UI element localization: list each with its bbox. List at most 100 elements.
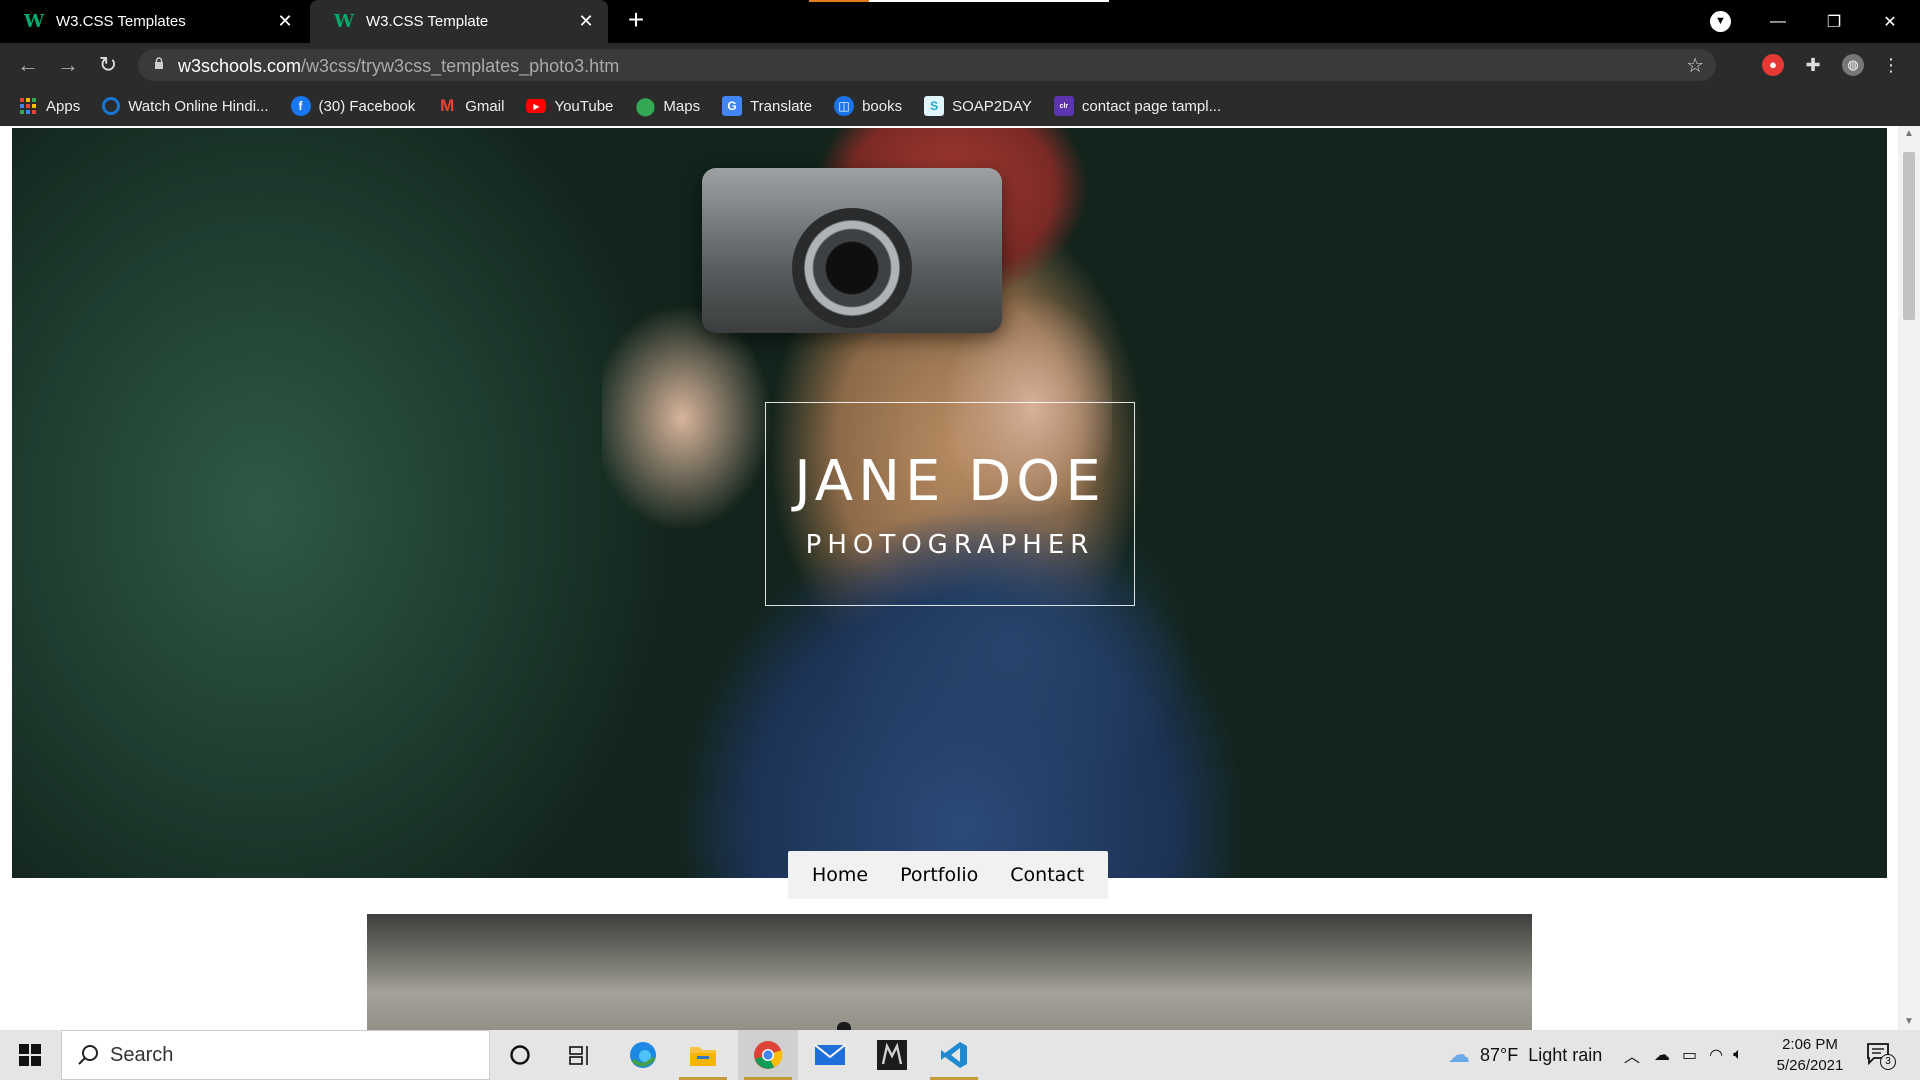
bookmark-contact-page-template[interactable]: clr contact page tampl... [1053, 96, 1222, 116]
photo-figure-shape [837, 1022, 851, 1030]
taskbar-clock[interactable]: 2:06 PM 5/26/2021 [1770, 1034, 1850, 1076]
w3schools-favicon-icon: W [24, 10, 45, 32]
translate-icon: G [722, 96, 743, 116]
bookmark-label: SOAP2DAY [952, 97, 1032, 115]
bookmark-soap2day[interactable]: S SOAP2DAY [924, 96, 1032, 116]
books-icon: ◫ [834, 96, 855, 116]
scrollbar-thumb[interactable] [1903, 152, 1915, 320]
close-tab-icon[interactable]: ✕ [275, 11, 295, 32]
hero-title-box: JANE DOE PHOTOGRAPHER [765, 402, 1135, 606]
address-bar[interactable]: w3schools.com/w3css/tryw3css_templates_p… [138, 49, 1716, 81]
close-tab-icon[interactable]: ✕ [576, 11, 596, 32]
gmail-icon: M [440, 96, 455, 115]
weather-widget[interactable]: ☁ 87°F Light rain [1448, 1030, 1602, 1080]
profile-avatar[interactable]: ◍ [1842, 54, 1864, 76]
hero-camera-shape [702, 168, 1002, 333]
circle-icon [102, 97, 121, 115]
cortana-circle-icon [510, 1045, 530, 1065]
taskbar-vscode[interactable] [924, 1030, 984, 1080]
url-path: /w3css/tryw3css_templates_photo3.htm [301, 56, 620, 76]
bookmark-star-icon[interactable]: ☆ [1686, 53, 1704, 78]
bookmark-label: Apps [46, 97, 81, 115]
youtube-icon: ▶ [526, 99, 547, 113]
folder-icon [690, 1047, 716, 1066]
bookmark-watch-online-hindi[interactable]: Watch Online Hindi... [102, 97, 269, 115]
maps-pin-icon: ⬤ [635, 95, 656, 116]
bookmark-label: Maps [663, 97, 701, 115]
extensions-puzzle-icon[interactable]: ✚ [1802, 54, 1824, 76]
task-view-icon [569, 1046, 588, 1065]
search-placeholder: Search [110, 1043, 174, 1066]
soap2day-icon: S [924, 96, 945, 116]
scroll-up-arrow-icon[interactable]: ▲ [1898, 126, 1920, 142]
nav-home-link[interactable]: Home [800, 864, 880, 886]
w3schools-favicon-icon: W [334, 10, 355, 32]
clock-date: 5/26/2021 [1776, 1057, 1844, 1074]
cortana-button[interactable] [490, 1030, 550, 1080]
bookmark-label: contact page tampl... [1081, 97, 1222, 115]
page-viewport: JANE DOE PHOTOGRAPHER Home Portfolio Con… [0, 126, 1920, 1030]
bookmark-apps[interactable]: Apps [18, 96, 80, 116]
onedrive-cloud-icon[interactable]: ☁ [1654, 1045, 1670, 1065]
hero-name: JANE DOE [794, 449, 1106, 514]
mail-icon [814, 1044, 846, 1065]
taskbar-file-explorer[interactable] [673, 1030, 733, 1080]
taskbar-mail[interactable] [800, 1030, 860, 1080]
windows-start-button[interactable] [0, 1030, 60, 1080]
colorlib-icon: clr [1053, 96, 1074, 116]
taskbar-predator-app[interactable] [862, 1030, 922, 1080]
system-tray: ︿ ☁ ▭ ◠ 🔈︎ [1624, 1030, 1743, 1080]
vertical-scrollbar[interactable]: ▲ ▼ [1898, 126, 1920, 1030]
bookmark-label: (30) Facebook [318, 97, 416, 115]
weather-temp: 87°F [1480, 1044, 1519, 1065]
extension-adblock-icon[interactable]: ● [1762, 54, 1784, 76]
bookmark-label: Gmail [465, 97, 505, 115]
bookmark-gmail[interactable]: M Gmail [437, 96, 504, 116]
tab-search-dropdown-icon[interactable]: ▼ [1710, 11, 1731, 32]
windows-logo-icon [19, 1044, 41, 1066]
scroll-down-arrow-icon[interactable]: ▼ [1898, 1014, 1920, 1030]
reload-icon[interactable]: ↻ [94, 51, 122, 79]
chrome-icon [754, 1041, 783, 1069]
back-arrow-icon[interactable]: ← [14, 51, 42, 79]
predator-app-icon [877, 1040, 907, 1070]
volume-icon[interactable]: 🔈︎ [1733, 1046, 1743, 1064]
bookmark-books[interactable]: ◫ books [834, 96, 902, 116]
new-tab-button[interactable]: + [622, 6, 650, 34]
browser-toolbar: ← → ↻ w3schools.com/w3css/tryw3css_templ… [0, 43, 1920, 86]
bookmark-facebook[interactable]: f (30) Facebook [290, 96, 416, 116]
hero-photo: JANE DOE PHOTOGRAPHER [12, 128, 1887, 878]
show-hidden-icons-chevron-icon[interactable]: ︿ [1624, 1043, 1640, 1067]
taskbar-search-input[interactable]: Search [61, 1030, 490, 1080]
close-window-button[interactable]: ✕ [1862, 0, 1918, 43]
bookmarks-bar: Apps Watch Online Hindi... f (30) Facebo… [0, 86, 1920, 126]
tab-w3css-template[interactable]: W W3.CSS Template ✕ [310, 0, 608, 43]
portfolio-photo [367, 914, 1532, 1030]
bookmark-translate[interactable]: G Translate [722, 96, 812, 116]
menu-kebab-icon[interactable]: ⋮ [1880, 54, 1902, 76]
restore-button[interactable]: ❐ [1806, 0, 1862, 43]
weather-text: Light rain [1528, 1044, 1603, 1065]
action-center-button[interactable]: 3 [1866, 1042, 1896, 1070]
taskbar-edge[interactable] [613, 1030, 673, 1080]
forward-arrow-icon[interactable]: → [54, 51, 82, 79]
tab-w3css-templates[interactable]: W W3.CSS Templates ✕ [0, 0, 307, 43]
bookmark-maps[interactable]: ⬤ Maps [635, 96, 700, 116]
facebook-icon: f [290, 96, 311, 116]
nav-portfolio-link[interactable]: Portfolio [888, 864, 990, 886]
wifi-icon[interactable]: ◠ [1709, 1045, 1723, 1065]
task-view-button[interactable] [550, 1030, 610, 1080]
url-host: w3schools.com [178, 56, 302, 76]
battery-icon[interactable]: ▭ [1682, 1045, 1697, 1065]
bookmark-label: Translate [750, 97, 813, 115]
vscode-icon [941, 1042, 967, 1068]
url-text: w3schools.com/w3css/tryw3css_templates_p… [178, 56, 619, 77]
minimize-button[interactable]: — [1750, 0, 1806, 43]
taskbar-chrome[interactable] [738, 1030, 798, 1080]
nav-contact-link[interactable]: Contact [998, 864, 1096, 886]
tab-strip: W W3.CSS Templates ✕ W W3.CSS Template ✕… [0, 0, 1920, 43]
bookmark-label: books [862, 97, 903, 115]
site-nav: Home Portfolio Contact [788, 851, 1109, 899]
bookmark-youtube[interactable]: ▶ YouTube [526, 98, 613, 115]
bookmark-label: YouTube [554, 97, 614, 115]
